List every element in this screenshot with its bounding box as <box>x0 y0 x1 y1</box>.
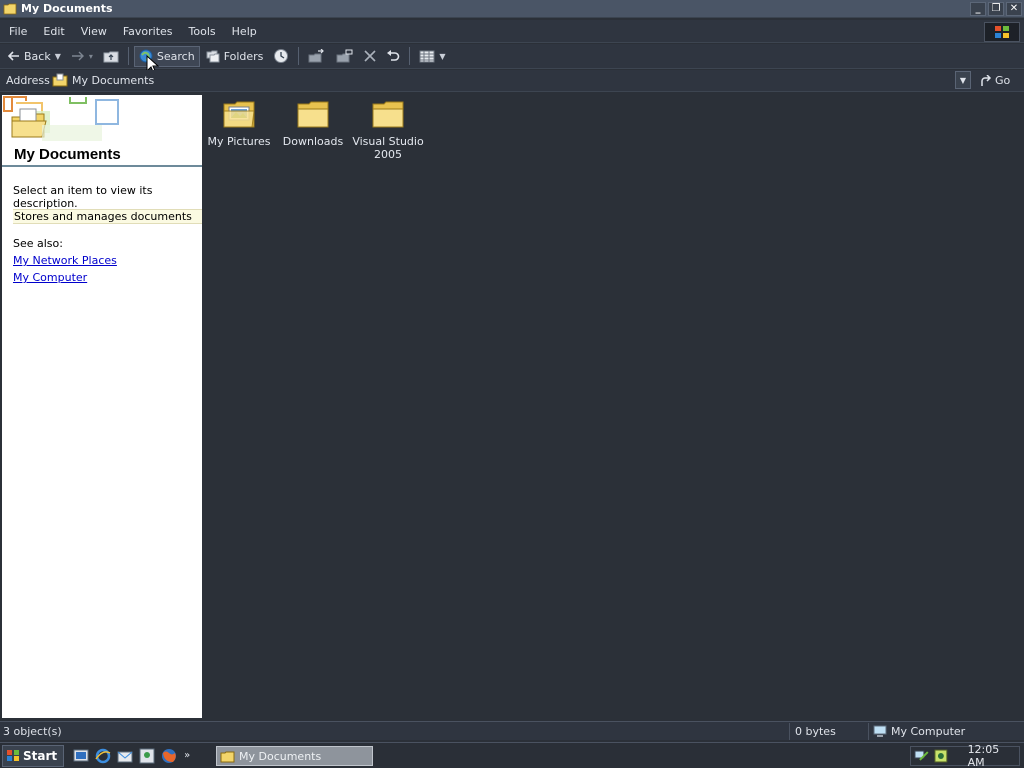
file-item-label: My Pictures <box>207 135 271 148</box>
taskbar-button-my-documents[interactable]: My Documents <box>216 746 373 766</box>
forward-button[interactable]: ▾ <box>67 46 97 67</box>
back-label: Back <box>24 49 51 63</box>
network-icon[interactable] <box>914 749 930 763</box>
go-label: Go <box>995 74 1011 87</box>
menu-favorites[interactable]: Favorites <box>115 20 181 43</box>
task-pane-hint: Select an item to view its description. <box>13 184 153 210</box>
toolbar-separator <box>127 47 129 65</box>
toolbar-separator <box>298 47 300 65</box>
history-icon <box>274 49 289 63</box>
menu-bar: File Edit View Favorites Tools Help <box>0 20 1024 43</box>
back-arrow-icon <box>8 51 19 61</box>
taskbar: Start » My Documents 12:05 AM <box>0 742 1024 768</box>
status-object-count: 3 object(s) <box>0 722 790 740</box>
status-location: My Computer <box>869 723 1024 740</box>
undo-button[interactable] <box>382 46 404 67</box>
address-value: My Documents <box>72 73 155 87</box>
views-icon <box>419 50 435 62</box>
taskbar-button-label: My Documents <box>239 749 322 763</box>
views-dropdown-icon[interactable]: ▼ <box>439 52 445 61</box>
folder-icon <box>3 3 17 15</box>
copy-to-icon <box>336 49 353 63</box>
copy-to-button[interactable] <box>332 46 358 67</box>
folder-icon <box>372 101 404 128</box>
address-field[interactable]: My Documents <box>50 70 972 90</box>
start-button[interactable]: Start <box>2 744 65 767</box>
up-folder-button[interactable] <box>99 46 123 67</box>
windows-logo-icon <box>984 22 1020 42</box>
delete-button[interactable] <box>360 46 380 67</box>
system-tray: 12:05 AM <box>910 743 1020 768</box>
link-my-network-places[interactable]: My Network Places <box>13 254 117 267</box>
minimize-button[interactable]: _ <box>970 1 986 16</box>
task-pane: My Documents Select an item to view its … <box>2 95 202 718</box>
start-label: Start <box>23 748 58 763</box>
go-arrow-icon <box>981 74 992 86</box>
file-item-my-pictures[interactable]: My Pictures <box>202 98 276 148</box>
search-label: Search <box>156 49 195 63</box>
menu-help[interactable]: Help <box>224 20 265 43</box>
menu-tools[interactable]: Tools <box>181 20 224 43</box>
folders-label: Folders <box>223 49 264 63</box>
toolbar-separator <box>409 47 411 65</box>
window-title: My Documents <box>21 2 113 15</box>
folder-icon <box>297 101 329 128</box>
menu-view[interactable]: View <box>73 20 115 43</box>
folder-description: Stores and manages documents <box>13 209 202 224</box>
forward-arrow-icon <box>71 51 84 61</box>
tray-app-icon[interactable] <box>934 749 948 763</box>
clock: 12:05 AM <box>967 743 1000 768</box>
my-documents-banner-icon <box>3 96 119 141</box>
search-button[interactable]: Search <box>133 45 200 67</box>
quick-launch: » <box>72 747 190 765</box>
close-button[interactable]: ✕ <box>1006 1 1022 16</box>
file-item-visual-studio-2005[interactable]: Visual Studio 2005 <box>351 98 425 161</box>
file-list-area[interactable]: My Pictures Downloads Visual Studio 2005 <box>204 95 1022 718</box>
views-button[interactable]: ▼ <box>415 46 449 67</box>
task-pane-title: My Documents <box>14 146 121 163</box>
menu-file[interactable]: File <box>0 20 35 43</box>
undo-icon <box>387 50 400 61</box>
folders-icon <box>206 50 220 62</box>
outlook-express-icon[interactable] <box>116 747 134 765</box>
go-button[interactable]: Go <box>980 71 1010 90</box>
history-button[interactable] <box>269 46 293 67</box>
move-to-button[interactable] <box>304 46 330 67</box>
file-item-downloads[interactable]: Downloads <box>276 98 350 148</box>
my-computer-icon <box>873 725 887 737</box>
quick-launch-overflow-icon[interactable]: » <box>184 750 190 761</box>
file-item-label: Visual Studio 2005 <box>352 135 424 161</box>
back-button[interactable]: Back ▼ <box>4 46 65 67</box>
status-bar: 3 object(s) 0 bytes My Computer <box>0 721 1024 740</box>
address-bar: Address My Documents ▼ Go <box>0 70 1024 92</box>
move-to-icon <box>308 49 325 63</box>
menu-edit[interactable]: Edit <box>35 20 72 43</box>
firefox-icon[interactable] <box>160 747 178 765</box>
internet-explorer-icon[interactable] <box>94 747 112 765</box>
link-my-computer[interactable]: My Computer <box>13 271 87 284</box>
status-location-label: My Computer <box>891 724 966 738</box>
folder-icon <box>220 751 235 762</box>
see-also-label: See also: <box>13 237 63 250</box>
restore-button[interactable]: ❐ <box>988 1 1004 16</box>
delete-icon <box>364 50 376 62</box>
title-bar: My Documents _ ❐ ✕ <box>0 0 1024 18</box>
address-dropdown-button[interactable]: ▼ <box>955 71 971 89</box>
show-desktop-icon[interactable] <box>72 747 90 765</box>
address-label: Address <box>6 74 50 87</box>
folders-button[interactable]: Folders <box>202 46 268 67</box>
my-documents-icon <box>52 73 68 87</box>
back-dropdown-icon[interactable]: ▼ <box>55 52 61 61</box>
forward-dropdown-icon[interactable]: ▾ <box>89 52 93 61</box>
up-folder-icon <box>103 51 119 63</box>
pictures-folder-icon <box>223 101 255 128</box>
status-size: 0 bytes <box>790 722 869 740</box>
messenger-icon[interactable] <box>138 747 156 765</box>
file-item-label: Downloads <box>282 135 344 148</box>
windows-logo-icon <box>7 750 19 761</box>
task-pane-header: My Documents <box>2 95 202 167</box>
